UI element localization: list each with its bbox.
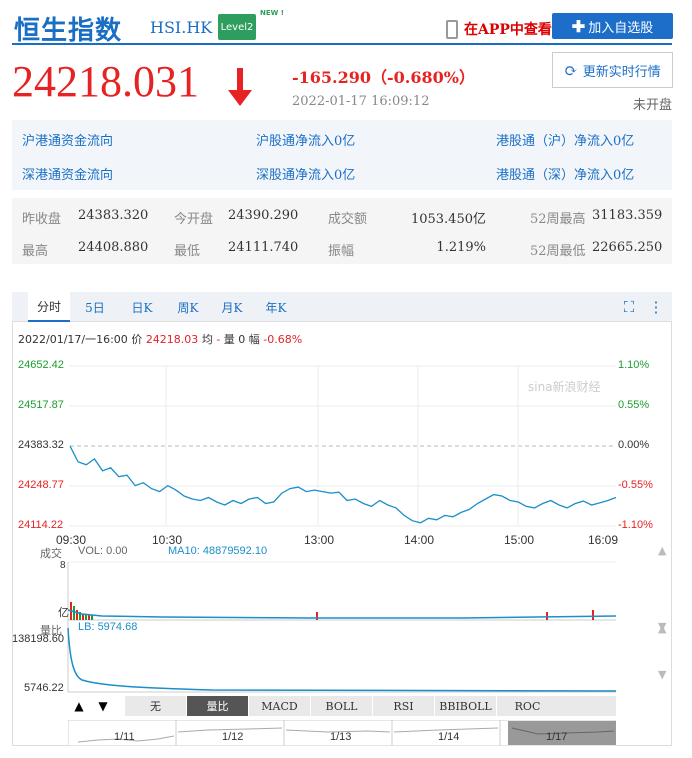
tab-intraday[interactable]: 分时: [28, 292, 70, 322]
y-axis-right-tick: 1.10%: [618, 359, 650, 371]
market-status: 未开盘: [632, 98, 672, 113]
y-axis-left-tick: 24652.42: [18, 359, 64, 371]
zoom-down-icon[interactable]: ▼: [94, 696, 112, 716]
info-amp-label: 幅: [248, 333, 260, 346]
lb-top: 138198.60: [12, 633, 64, 645]
volume-top: 8: [60, 560, 66, 571]
watermark: sina新浪财经: [528, 380, 601, 394]
price-line: [69, 445, 617, 524]
hk-connect-sz-inflow[interactable]: 港股通（深）净流入0亿: [496, 164, 634, 183]
chart-tabs: 分时 5日 日K 周K 月K 年K ⛶ ⋮: [12, 292, 672, 322]
chart-info-bar: 2022/01/17/一16:00 价 24218.03 均 - 量 0 幅 -…: [18, 331, 302, 347]
more-icon[interactable]: ⋮: [646, 292, 666, 322]
sz-connect-inflow[interactable]: 深股通净流入0亿: [256, 164, 355, 183]
quote-timestamp: 2022-01-17 16:09:12: [292, 94, 430, 109]
svg-text:▲: ▲: [658, 544, 667, 557]
refresh-quote-button[interactable]: ⟳ 更新实时行情: [552, 52, 673, 88]
stat-label: 52周最高: [530, 212, 586, 227]
stat-value: 24111.740: [228, 240, 299, 255]
lb-value: LB: 5974.68: [78, 621, 138, 633]
new-badge: NEW !: [260, 9, 284, 17]
y-axis-right-tick: -0.55%: [618, 479, 653, 491]
stat-label: 最高: [22, 244, 49, 259]
add-watchlist-button[interactable]: ✚ 加入自选股: [552, 13, 673, 39]
day-label: 1/13: [330, 731, 352, 743]
volume-ma10: MA10: 48879592.10: [168, 545, 268, 557]
y-axis-right-tick: -1.10%: [618, 519, 653, 531]
tab-daily[interactable]: 日K: [122, 292, 162, 322]
down-arrow-icon: [228, 68, 252, 106]
tab-weekly[interactable]: 周K: [168, 292, 208, 322]
stats-panel: 昨收盘 24383.320 今开盘 24390.290 成交额 1053.450…: [12, 198, 672, 264]
tab-yearly[interactable]: 年K: [256, 292, 296, 322]
fullscreen-icon[interactable]: ⛶: [616, 292, 642, 322]
sh-hk-flow-link[interactable]: 沪港通资金流向: [22, 130, 113, 149]
current-price: 24218.031: [12, 57, 199, 106]
indicator-roc[interactable]: ROC: [496, 696, 558, 716]
stat-value: 22665.250: [592, 240, 663, 255]
stat-label: 昨收盘: [22, 212, 62, 227]
tab-monthly[interactable]: 月K: [212, 292, 252, 322]
info-price: 24218.03: [145, 333, 199, 346]
volume-bottom: 亿: [58, 606, 69, 619]
stat-value: 1053.450亿: [410, 212, 486, 227]
phone-icon: [446, 20, 458, 39]
indicator-boll[interactable]: BOLL: [310, 696, 372, 716]
stat-label: 最低: [174, 244, 201, 259]
tab-5day[interactable]: 5日: [78, 292, 112, 322]
y-axis-left-tick: 24517.87: [18, 399, 64, 411]
stat-label: 振幅: [328, 244, 355, 259]
header-divider: [12, 43, 672, 45]
sh-connect-inflow[interactable]: 沪股通净流入0亿: [256, 130, 355, 149]
y-axis-left-tick: 24383.32: [18, 439, 64, 451]
indicator-macd[interactable]: MACD: [248, 696, 310, 716]
page-title: 恒生指数: [14, 16, 123, 46]
zoom-up-icon[interactable]: ▲: [70, 696, 88, 716]
volume-vol: VOL: 0.00: [78, 545, 128, 557]
stat-label: 成交额: [328, 212, 368, 227]
hk-connect-sh-inflow[interactable]: 港股通（沪）净流入0亿: [496, 130, 634, 149]
y-axis-left-tick: 24114.22: [18, 519, 64, 531]
y-axis-left-tick: 24248.77: [18, 479, 64, 491]
info-avg: -: [216, 333, 221, 346]
indicator-rsi[interactable]: RSI: [372, 696, 434, 716]
add-watchlist-label: 加入自选股: [588, 20, 654, 36]
indicator-bbiboll[interactable]: BBIBOLL: [434, 696, 496, 716]
price-change: -165.290（-0.680%）: [292, 68, 475, 87]
info-avg-label: 均: [201, 333, 213, 346]
stat-value: 31183.359: [592, 208, 663, 223]
indicator-none[interactable]: 无: [124, 696, 186, 716]
info-vol: 0: [238, 333, 246, 346]
ticker-code: HSI.HK: [150, 18, 213, 37]
sz-hk-flow-link[interactable]: 深港通资金流向: [22, 164, 113, 183]
day-label: 1/11: [114, 731, 135, 743]
svg-text:▲: ▲: [658, 622, 667, 635]
plus-icon: ✚: [571, 16, 586, 36]
lb-bottom: 5746.22: [24, 682, 64, 694]
volume-label: 成交: [40, 547, 62, 560]
level2-badge[interactable]: Level2: [218, 14, 256, 40]
day-label: 1/17: [546, 731, 568, 743]
stat-value: 24390.290: [228, 208, 299, 223]
refresh-icon: ⟳: [564, 60, 578, 80]
day-label: 1/14: [438, 731, 460, 743]
stat-value: 24383.320: [78, 208, 149, 223]
refresh-label: 更新实时行情: [582, 64, 661, 80]
y-axis-right-tick: 0.55%: [618, 399, 650, 411]
stat-label: 52周最低: [530, 244, 586, 259]
day-label: 1/12: [222, 731, 244, 743]
indicator-lb[interactable]: 量比: [186, 696, 248, 716]
stat-value: 1.219%: [436, 240, 486, 255]
info-range: 2022/01/17/一16:00: [18, 333, 128, 346]
svg-text:▼: ▼: [658, 668, 667, 681]
view-in-app-link[interactable]: 在APP中查看: [464, 19, 552, 39]
y-axis-right-tick: 0.00%: [618, 439, 650, 451]
stat-label: 今开盘: [174, 212, 214, 227]
capital-flow-panel: 沪港通资金流向 沪股通净流入0亿 港股通（沪）净流入0亿 深港通资金流向 深股通…: [12, 120, 672, 190]
stat-value: 24408.880: [78, 240, 149, 255]
info-vol-label: 量: [223, 333, 235, 346]
indicator-bar-filler: [558, 696, 616, 716]
info-price-label: 价: [131, 333, 143, 346]
info-amp: -0.68%: [263, 333, 303, 346]
